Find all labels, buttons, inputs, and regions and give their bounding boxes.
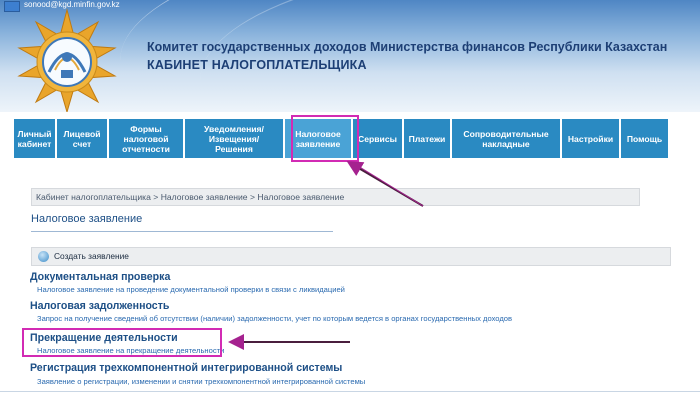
arrow-annotation-icon (228, 160, 424, 350)
